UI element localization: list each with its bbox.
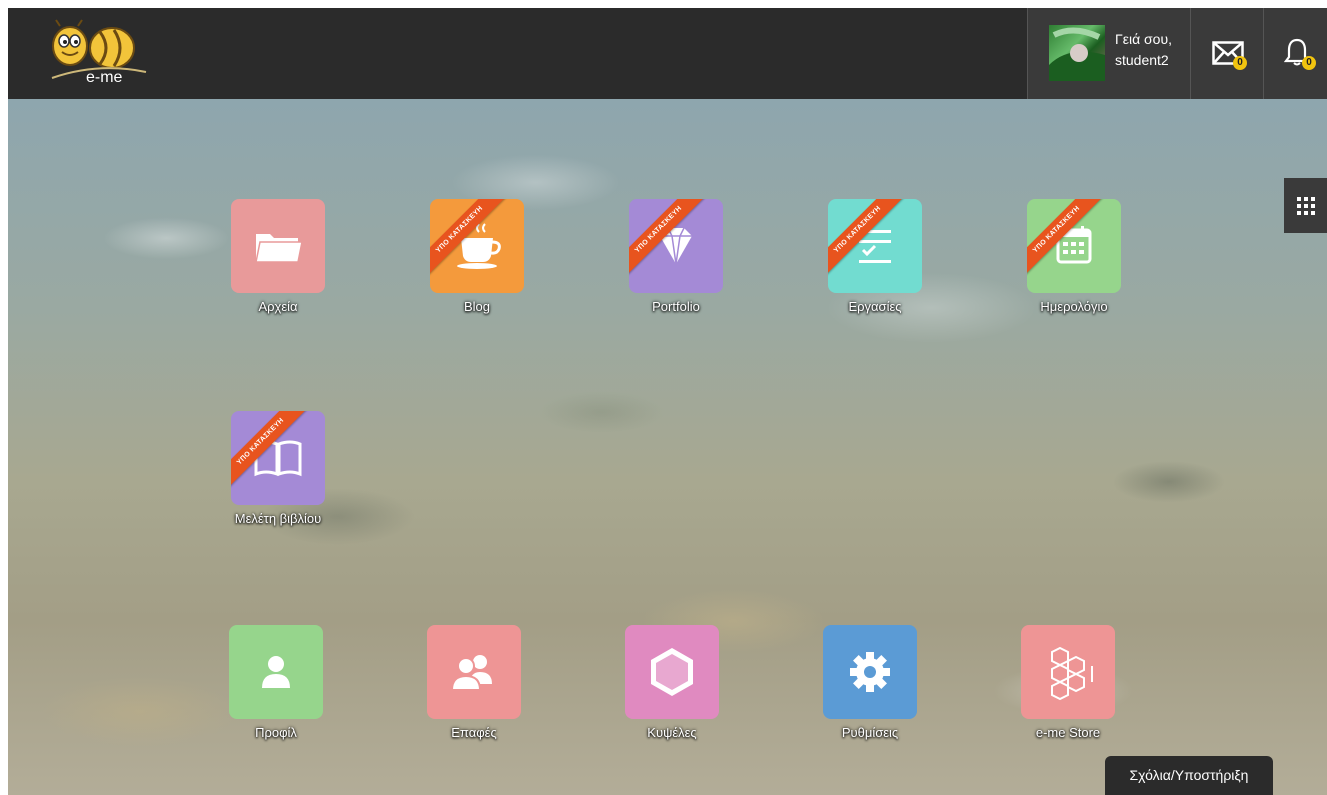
user-icon bbox=[262, 656, 290, 688]
feedback-support-button[interactable]: Σχόλια/Υποστήριξη bbox=[1105, 756, 1273, 795]
app-profile-label: Προφίλ bbox=[255, 725, 297, 740]
app-blog-label: Blog bbox=[463, 299, 491, 314]
app-hives-tile bbox=[625, 625, 719, 719]
app-grid-button[interactable] bbox=[1284, 178, 1327, 233]
app-settings-tile bbox=[823, 625, 917, 719]
app-book-study-label: Μελέτη βιβλίου bbox=[234, 511, 322, 526]
messages-button[interactable]: 0 bbox=[1190, 8, 1263, 99]
contacts-icon bbox=[450, 655, 492, 691]
app-hives[interactable]: Κυψέλες bbox=[602, 625, 742, 740]
app-store[interactable]: e-me Store bbox=[998, 625, 1138, 740]
app-contacts-label: Επαφές bbox=[451, 725, 497, 740]
app-files[interactable]: Αρχεία bbox=[208, 199, 348, 314]
app-book-study-tile: ΥΠΟ ΚΑΤΑΣΚΕΥΗ bbox=[231, 411, 325, 505]
app-settings[interactable]: Ρυθμίσεις bbox=[800, 625, 940, 740]
app-blog[interactable]: ΥΠΟ ΚΑΤΑΣΚΕΥΗ Blog bbox=[407, 199, 547, 314]
app-calendar[interactable]: ΥΠΟ ΚΑΤΑΣΚΕΥΗ Ημερολόγιο bbox=[1004, 199, 1144, 314]
app-files-tile bbox=[231, 199, 325, 293]
app-blog-tile: ΥΠΟ ΚΑΤΑΣΚΕΥΗ bbox=[430, 199, 524, 293]
app-portfolio-tile: ΥΠΟ ΚΑΤΑΣΚΕΥΗ bbox=[629, 199, 723, 293]
app-assignments-tile: ΥΠΟ ΚΑΤΑΣΚΕΥΗ bbox=[828, 199, 922, 293]
app-assignments-label: Εργασίες bbox=[848, 299, 902, 314]
app-assignments[interactable]: ΥΠΟ ΚΑΤΑΣΚΕΥΗ Εργασίες bbox=[805, 199, 945, 314]
gear-icon bbox=[850, 652, 890, 692]
app-profile[interactable]: Προφίλ bbox=[206, 625, 346, 740]
app-portfolio[interactable]: ΥΠΟ ΚΑΤΑΣΚΕΥΗ Portfolio bbox=[606, 199, 746, 314]
app-hives-label: Κυψέλες bbox=[647, 725, 697, 740]
e-me-logo[interactable]: e-me bbox=[42, 18, 154, 88]
avatar bbox=[1049, 25, 1105, 81]
app-files-label: Αρχεία bbox=[258, 299, 298, 314]
username: student2 bbox=[1115, 52, 1169, 68]
app-calendar-tile: ΥΠΟ ΚΑΤΑΣΚΕΥΗ bbox=[1027, 199, 1121, 293]
messages-count-badge: 0 bbox=[1233, 56, 1247, 70]
hexagon-icon bbox=[651, 648, 693, 696]
notifications-count-badge: 0 bbox=[1302, 56, 1316, 70]
user-greeting: Γειά σου, student2 bbox=[1115, 29, 1172, 71]
grid-icon bbox=[1297, 197, 1315, 215]
top-bar: e-me Γειά σου, student2 0 0 bbox=[8, 8, 1327, 99]
honeycomb-icon bbox=[1051, 646, 1093, 701]
logo-text: e-me bbox=[86, 69, 123, 86]
user-menu[interactable]: Γειά σου, student2 bbox=[1027, 8, 1190, 99]
app-contacts-tile bbox=[427, 625, 521, 719]
app-contacts[interactable]: Επαφές bbox=[404, 625, 544, 740]
app-calendar-label: Ημερολόγιο bbox=[1040, 299, 1108, 314]
app-portfolio-label: Portfolio bbox=[652, 299, 700, 314]
app-book-study[interactable]: ΥΠΟ ΚΑΤΑΣΚΕΥΗ Μελέτη βιβλίου bbox=[208, 411, 348, 526]
greeting-text: Γειά σου, bbox=[1115, 31, 1173, 47]
app-settings-label: Ρυθμίσεις bbox=[841, 725, 899, 740]
app-store-label: e-me Store bbox=[1035, 725, 1101, 740]
app-profile-tile bbox=[229, 625, 323, 719]
desktop: e-me Γειά σου, student2 0 0 Αρχεία ΥΠΟ Κ… bbox=[8, 8, 1327, 795]
folder-icon bbox=[255, 234, 303, 263]
notifications-button[interactable]: 0 bbox=[1263, 8, 1327, 99]
app-store-tile bbox=[1021, 625, 1115, 719]
